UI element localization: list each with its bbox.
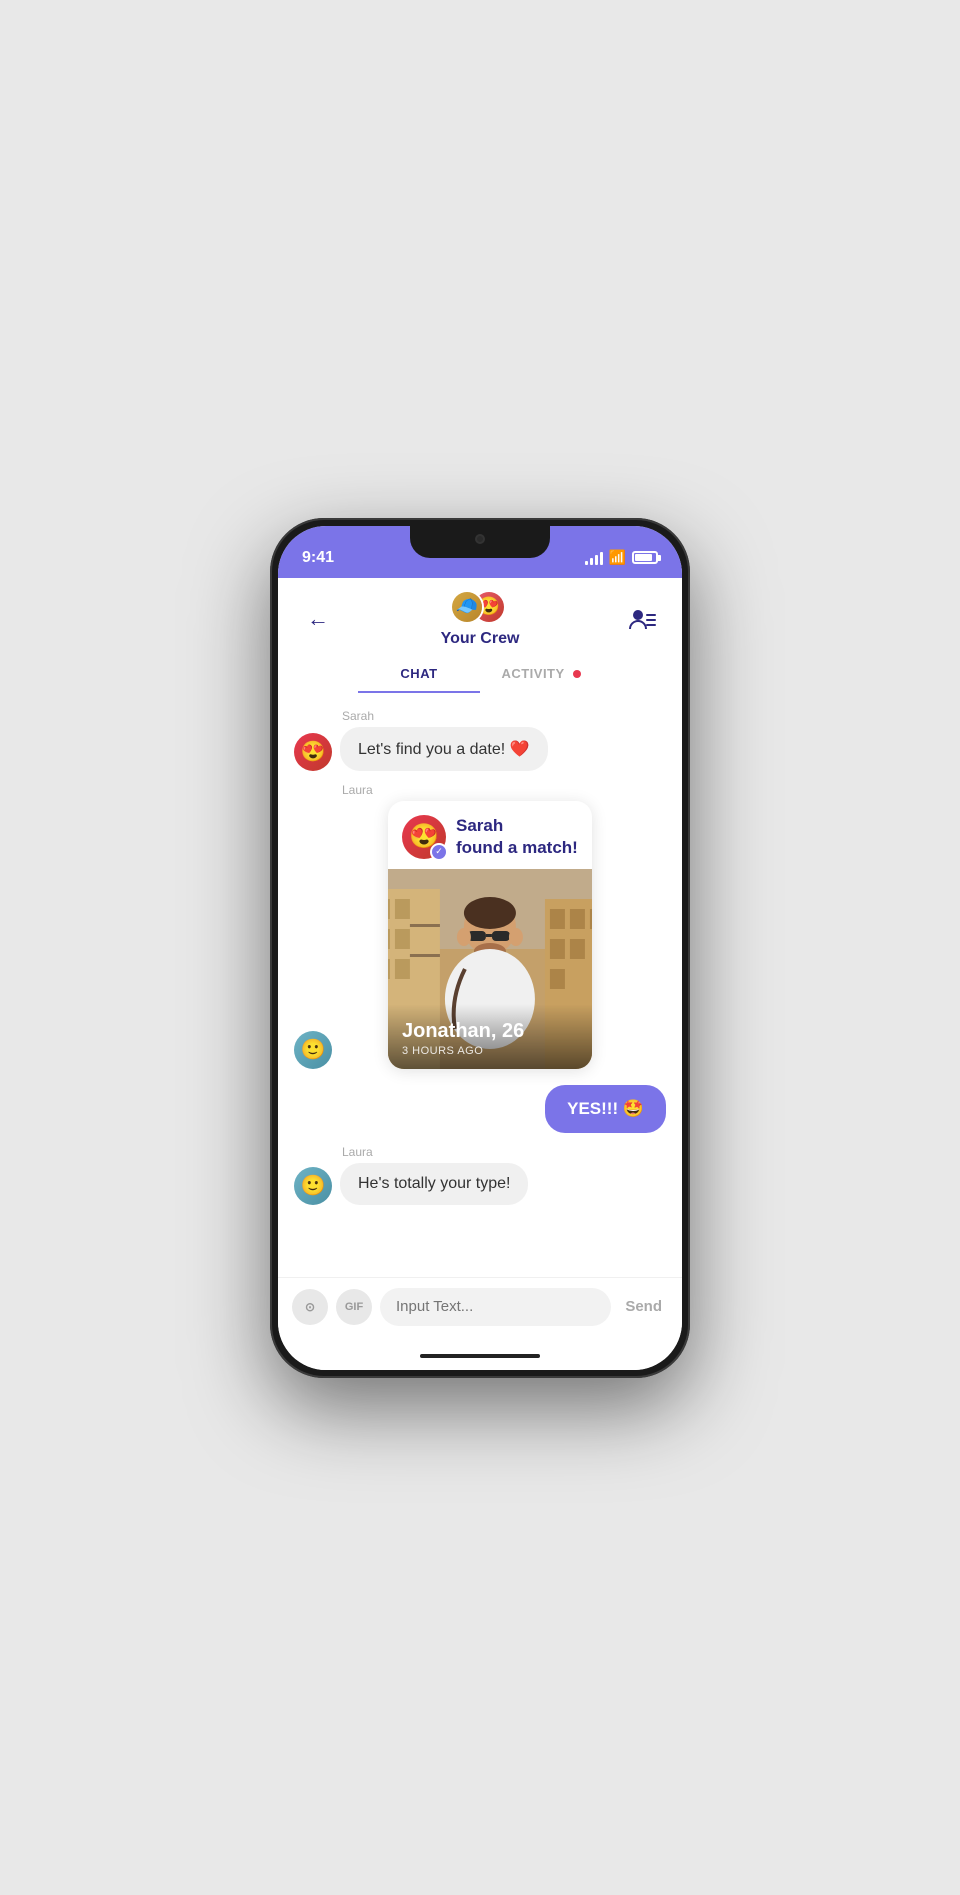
message-group-sarah: Sarah 😍 Let's find you a date! ❤️ <box>294 709 666 771</box>
back-button[interactable]: ← <box>298 599 338 639</box>
avatar-laura-1: 🙂 <box>294 1031 332 1069</box>
avatar-sarah: 😍 <box>294 733 332 771</box>
home-bar <box>420 1354 540 1358</box>
match-photo: Jonathan, 26 3 HOURS AGO <box>388 869 592 1069</box>
message-row-laura: 🙂 He's totally your type! <box>294 1163 666 1205</box>
gif-label: GIF <box>345 1301 363 1313</box>
tab-activity[interactable]: ACTIVITY <box>480 656 602 693</box>
crew-header: 🧢 😍 Your Crew <box>441 590 520 648</box>
message-group-me: YES!!! 🤩 <box>294 1085 666 1133</box>
match-avatar-wrap: 😍 ✓ <box>402 815 446 859</box>
avatar-laura-2: 🙂 <box>294 1167 332 1205</box>
camera-notch <box>475 534 485 544</box>
bubble-sarah: Let's find you a date! ❤️ <box>340 727 548 771</box>
activity-dot <box>573 670 581 678</box>
match-card[interactable]: 😍 ✓ Sarahfound a match! <box>388 801 592 1069</box>
gif-button[interactable]: GIF <box>336 1289 372 1325</box>
tab-chat[interactable]: CHAT <box>358 656 480 693</box>
nav-header: ← 🧢 😍 Your Crew <box>278 578 682 648</box>
wifi-icon: 📶 <box>609 549 626 566</box>
battery-icon <box>632 551 658 564</box>
sender-name-laura-2: Laura <box>342 1145 666 1159</box>
match-check-icon: ✓ <box>430 843 448 861</box>
crew-title: Your Crew <box>441 630 520 648</box>
sender-name-sarah: Sarah <box>342 709 666 723</box>
bubble-me: YES!!! 🤩 <box>545 1085 666 1133</box>
sender-name-laura-1: Laura <box>342 783 666 797</box>
input-bar: ⊙ GIF Send <box>278 1277 682 1342</box>
status-bar: 9:41 📶 <box>278 526 682 578</box>
match-person-name: Jonathan, 26 <box>402 1020 578 1043</box>
back-arrow-icon: ← <box>307 606 329 632</box>
contacts-icon <box>628 607 656 631</box>
screen: 9:41 📶 ← <box>278 526 682 1370</box>
camera-button[interactable]: ⊙ <box>292 1289 328 1325</box>
message-row-match: 🙂 😍 ✓ Sarahf <box>294 801 666 1069</box>
camera-icon: ⊙ <box>305 1300 315 1314</box>
match-card-header: 😍 ✓ Sarahfound a match! <box>388 801 592 869</box>
message-input[interactable] <box>380 1288 611 1326</box>
send-button[interactable]: Send <box>619 1298 668 1315</box>
avatar-crew-1: 🧢 <box>450 590 484 624</box>
status-icons: 📶 <box>585 549 658 566</box>
status-time: 9:41 <box>302 549 334 567</box>
bubble-laura: He's totally your type! <box>340 1163 528 1205</box>
contacts-icon-button[interactable] <box>622 599 662 639</box>
chat-area: Sarah 😍 Let's find you a date! ❤️ Laura <box>278 693 682 1277</box>
signal-icon <box>585 551 603 565</box>
notch <box>410 526 550 558</box>
home-indicator <box>278 1342 682 1370</box>
tabs: CHAT ACTIVITY <box>278 656 682 693</box>
message-group-laura: Laura 🙂 He's totally your type! <box>294 1145 666 1205</box>
message-row-sarah: 😍 Let's find you a date! ❤️ <box>294 727 666 771</box>
match-overlay: Jonathan, 26 3 HOURS AGO <box>388 1004 592 1069</box>
crew-avatars: 🧢 😍 <box>450 590 510 626</box>
message-group-match: Laura 🙂 😍 ✓ <box>294 783 666 1069</box>
match-time: 3 HOURS AGO <box>402 1045 578 1057</box>
match-found-text: Sarahfound a match! <box>456 815 578 859</box>
phone-frame: 9:41 📶 ← <box>270 518 690 1378</box>
